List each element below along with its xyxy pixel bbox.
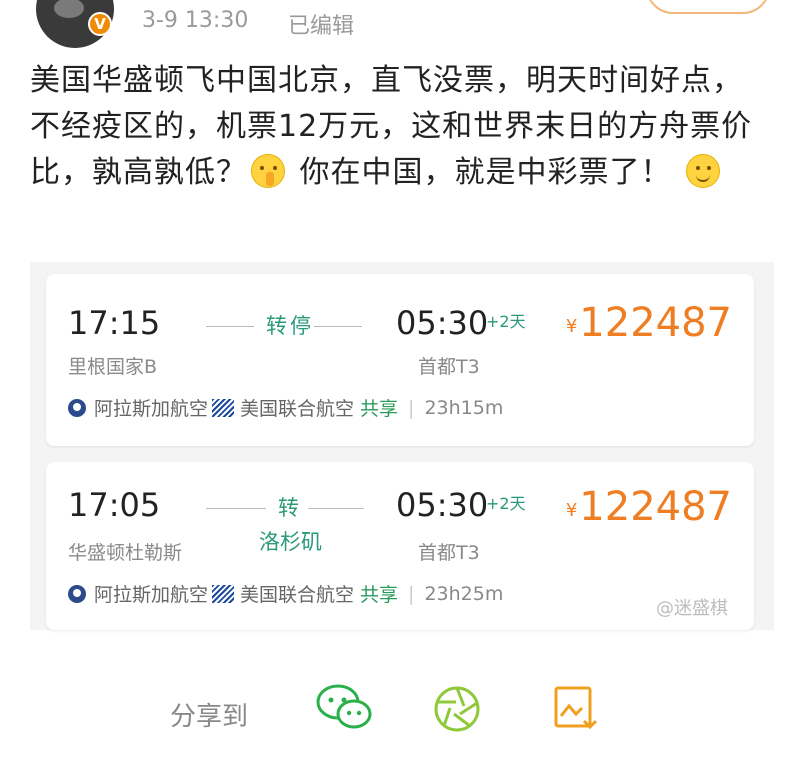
weibo-watermark: @迷盛棋 (656, 598, 728, 619)
transfer-label: 转停 (266, 314, 314, 338)
post-text-part2: 你在中国，就是中彩票了！ (299, 155, 672, 190)
route-line (314, 326, 362, 327)
departure-airport: 华盛顿杜勒斯 (68, 542, 183, 564)
airline-row: 阿拉斯加航空 美国联合航空 共享 | 23h15m (68, 394, 503, 421)
share-to-label: 分享到 (170, 702, 249, 732)
route-line (308, 508, 364, 509)
post-time: 3-9 13:30 (142, 8, 249, 33)
price-value: 122487 (579, 484, 732, 530)
plus-days: +2天 (486, 312, 526, 331)
separator: | (408, 396, 415, 419)
arrival-airport: 首都T3 (418, 542, 480, 564)
flight-duration: 23h15m (424, 396, 504, 419)
smile-emoji-icon (685, 154, 720, 188)
route-line (206, 326, 254, 327)
airline-name: 阿拉斯加航空 (94, 398, 209, 420)
alaska-airlines-icon (68, 584, 86, 603)
codeshare-label: 共享 (360, 398, 399, 420)
departure-time: 17:15 (68, 304, 161, 342)
flight-card: 17:15 转停 05:30 +2天 ¥122487 里根国家B 首都T3 阿拉… (46, 274, 754, 446)
route-line (206, 508, 266, 509)
united-airlines-icon (212, 584, 235, 603)
codeshare-label: 共享 (360, 584, 399, 606)
transfer-city: 洛杉矶 (259, 530, 322, 554)
currency-symbol: ¥ (565, 316, 578, 337)
price: ¥122487 (566, 300, 732, 346)
airline-name: 阿拉斯加航空 (94, 584, 209, 606)
transfer-label: 转 (278, 496, 302, 520)
post-text: 美国华盛顿飞中国北京，直飞没票，明天时间好点，不经疫区的，机票12万元，这和世界… (30, 58, 770, 196)
flight-duration: 23h25m (424, 582, 504, 605)
price-value: 122487 (579, 300, 732, 346)
arrival-time: 05:30 (396, 304, 489, 342)
save-image-icon[interactable] (552, 684, 600, 732)
separator: | (408, 582, 415, 605)
plus-days: +2天 (486, 494, 526, 513)
arrival-time: 05:30 (396, 486, 489, 524)
alaska-airlines-icon (68, 398, 86, 417)
united-airlines-icon (212, 398, 235, 417)
airline-name: 美国联合航空 (240, 584, 355, 606)
arrival-airport: 首都T3 (418, 356, 480, 378)
edited-label[interactable]: 已编辑 (288, 8, 354, 40)
follow-button[interactable] (646, 0, 770, 14)
flight-results-image: 17:15 转停 05:30 +2天 ¥122487 里根国家B 首都T3 阿拉… (30, 262, 774, 630)
shush-emoji-icon (251, 154, 285, 188)
airline-row: 阿拉斯加航空 美国联合航空 共享 | 23h25m (68, 580, 503, 607)
departure-airport: 里根国家B (68, 356, 158, 378)
price: ¥122487 (566, 484, 732, 530)
airline-name: 美国联合航空 (240, 398, 355, 420)
moments-icon[interactable] (432, 684, 482, 734)
departure-time: 17:05 (68, 486, 161, 524)
verified-badge-icon: V (88, 12, 112, 36)
currency-symbol: ¥ (565, 500, 578, 521)
wechat-icon[interactable] (314, 682, 374, 732)
flight-card: 17:05 转 洛杉矶 05:30 +2天 ¥122487 华盛顿杜勒斯 首都T… (46, 462, 754, 630)
